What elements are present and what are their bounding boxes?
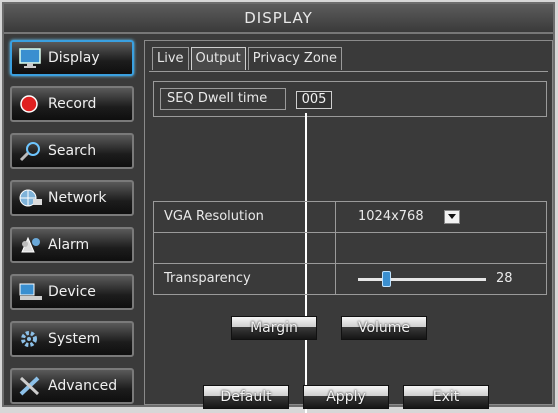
- alarm-icon: [16, 232, 46, 258]
- vga-resolution-row: VGA Resolution 1024x768: [154, 202, 546, 233]
- sidebar-item-label: Advanced: [48, 378, 118, 394]
- sidebar-item-label: Device: [48, 284, 96, 300]
- tab-output[interactable]: Output: [190, 47, 246, 70]
- record-icon: [16, 91, 46, 117]
- margin-button[interactable]: Margin: [231, 316, 317, 340]
- chevron-down-icon[interactable]: [444, 210, 460, 224]
- seq-dwell-label: SEQ Dwell time: [160, 88, 286, 110]
- settings-panel: Live Output Privacy Zone SEQ Dwell time …: [144, 40, 553, 413]
- sidebar-item-display[interactable]: Display: [10, 40, 134, 76]
- empty-cell: [154, 233, 336, 263]
- monitor-icon: [16, 45, 46, 71]
- vga-resolution-value: 1024x768: [358, 209, 424, 224]
- wrench-icon: [16, 373, 46, 399]
- transparency-value: 28: [496, 271, 513, 286]
- apply-button[interactable]: Apply: [303, 385, 389, 409]
- sidebar-item-record[interactable]: Record: [10, 86, 134, 122]
- transparency-slider[interactable]: 28: [336, 264, 546, 295]
- tab-live[interactable]: Live: [152, 47, 189, 70]
- sidebar-item-system[interactable]: System: [10, 321, 134, 357]
- seq-dwell-row: SEQ Dwell time 005: [153, 81, 547, 117]
- transparency-label: Transparency: [154, 264, 336, 295]
- sidebar-item-search[interactable]: Search: [10, 133, 134, 169]
- vga-resolution-select[interactable]: 1024x768: [336, 202, 546, 232]
- tab-bar: Live Output Privacy Zone: [152, 47, 344, 71]
- sidebar-item-label: System: [48, 331, 101, 347]
- sidebar-item-alarm[interactable]: Alarm: [10, 227, 134, 263]
- sidebar-item-label: Network: [48, 190, 107, 206]
- device-icon: [16, 279, 46, 305]
- sidebar-item-label: Record: [48, 96, 97, 112]
- window-title: DISPLAY: [4, 4, 553, 34]
- sidebar-item-network[interactable]: Network: [10, 180, 134, 216]
- seq-dwell-input[interactable]: 005: [296, 91, 332, 109]
- dvr-window: DISPLAY Display Record Search Network Al…: [2, 2, 555, 413]
- tab-privacy-zone[interactable]: Privacy Zone: [247, 47, 343, 70]
- empty-cell: [336, 233, 546, 263]
- sidebar-item-label: Display: [48, 50, 100, 66]
- exit-button[interactable]: Exit: [403, 385, 489, 409]
- empty-row: [154, 233, 546, 264]
- vga-resolution-label: VGA Resolution: [154, 202, 336, 232]
- sidebar-item-device[interactable]: Device: [10, 274, 134, 310]
- network-icon: [16, 185, 46, 211]
- slider-track[interactable]: [358, 278, 486, 281]
- sidebar-item-label: Search: [48, 143, 97, 159]
- search-icon: [16, 138, 46, 164]
- default-button[interactable]: Default: [203, 385, 289, 409]
- transparency-row: Transparency 28: [154, 264, 546, 295]
- output-settings-table: VGA Resolution 1024x768 Transparency 28: [153, 201, 547, 295]
- sidebar-item-advanced[interactable]: Advanced: [10, 368, 134, 404]
- slider-handle[interactable]: [381, 271, 391, 287]
- tab-divider: [149, 71, 548, 72]
- sidebar-item-label: Alarm: [48, 237, 90, 253]
- gear-icon: [16, 326, 46, 352]
- volume-button[interactable]: Volume: [341, 316, 427, 340]
